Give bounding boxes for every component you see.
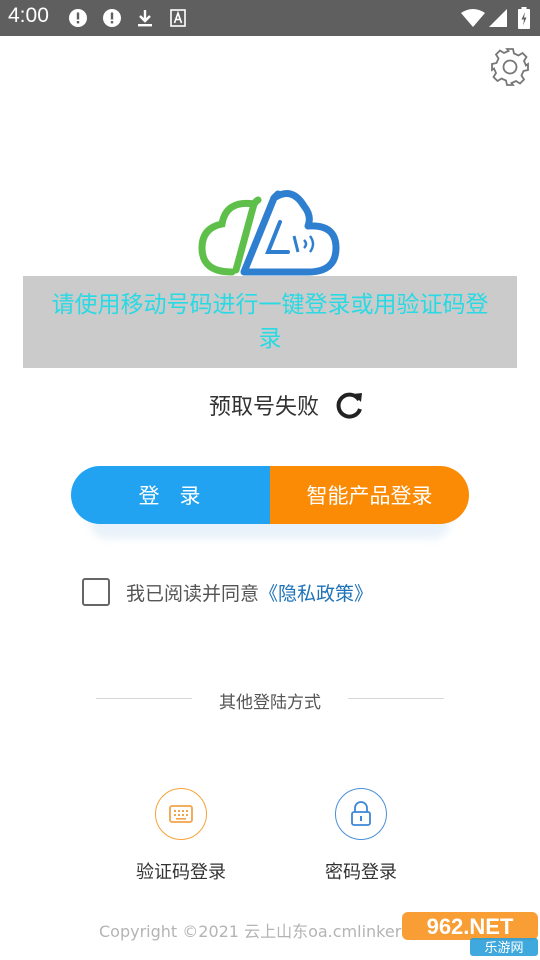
watermark-brand: 962.NET	[427, 914, 514, 939]
alert-icon	[103, 9, 121, 27]
battery-icon	[518, 7, 530, 29]
sms-login-label: 验证码登录	[136, 862, 226, 883]
prefetch-text: 预取号失败	[209, 395, 320, 420]
wifi-icon	[461, 9, 485, 27]
copyright-text: Copyright ©2021 云上山东oa.cmlinker	[99, 922, 402, 941]
agreement-row: 我已阅读并同意 《隐私政策》	[82, 578, 373, 606]
password-login-label: 密码登录	[325, 862, 397, 883]
toast-message: 请使用移动号码进行一键登录或用验证码登录	[23, 276, 517, 368]
download-icon	[138, 10, 152, 27]
app-logo	[198, 190, 340, 276]
agreement-text: 我已阅读并同意	[126, 582, 260, 605]
agreement-checkbox[interactable]	[82, 578, 110, 606]
other-login-label: 其他登陆方式	[219, 693, 321, 713]
status-bar: 4:00	[0, 0, 540, 36]
login-button[interactable]: 登录	[71, 466, 270, 524]
gear-icon[interactable]	[488, 45, 532, 89]
watermark-sub: 乐游网	[484, 941, 523, 956]
watermark-logo: 962.NET 乐游网	[402, 912, 538, 956]
lock-icon	[351, 801, 371, 826]
prefetch-status: 预取号失败	[209, 388, 365, 422]
login-button-group: 登录 智能产品登录	[71, 466, 469, 524]
signal-icon	[489, 9, 507, 27]
password-login-circle[interactable]	[335, 788, 387, 840]
sms-login-option[interactable]: 验证码登录	[121, 788, 241, 884]
privacy-policy-link[interactable]: 《隐私政策》	[259, 579, 373, 606]
smart-product-login-button[interactable]: 智能产品登录	[270, 466, 469, 524]
status-time: 4:00	[8, 4, 49, 27]
divider-right	[348, 698, 444, 699]
keyboard-icon	[169, 805, 193, 823]
password-login-option[interactable]: 密码登录	[301, 788, 421, 884]
divider-left	[96, 698, 192, 699]
alert-icon	[69, 9, 87, 27]
sms-login-circle[interactable]	[155, 788, 207, 840]
font-icon	[170, 9, 186, 27]
refresh-icon[interactable]	[335, 390, 365, 420]
